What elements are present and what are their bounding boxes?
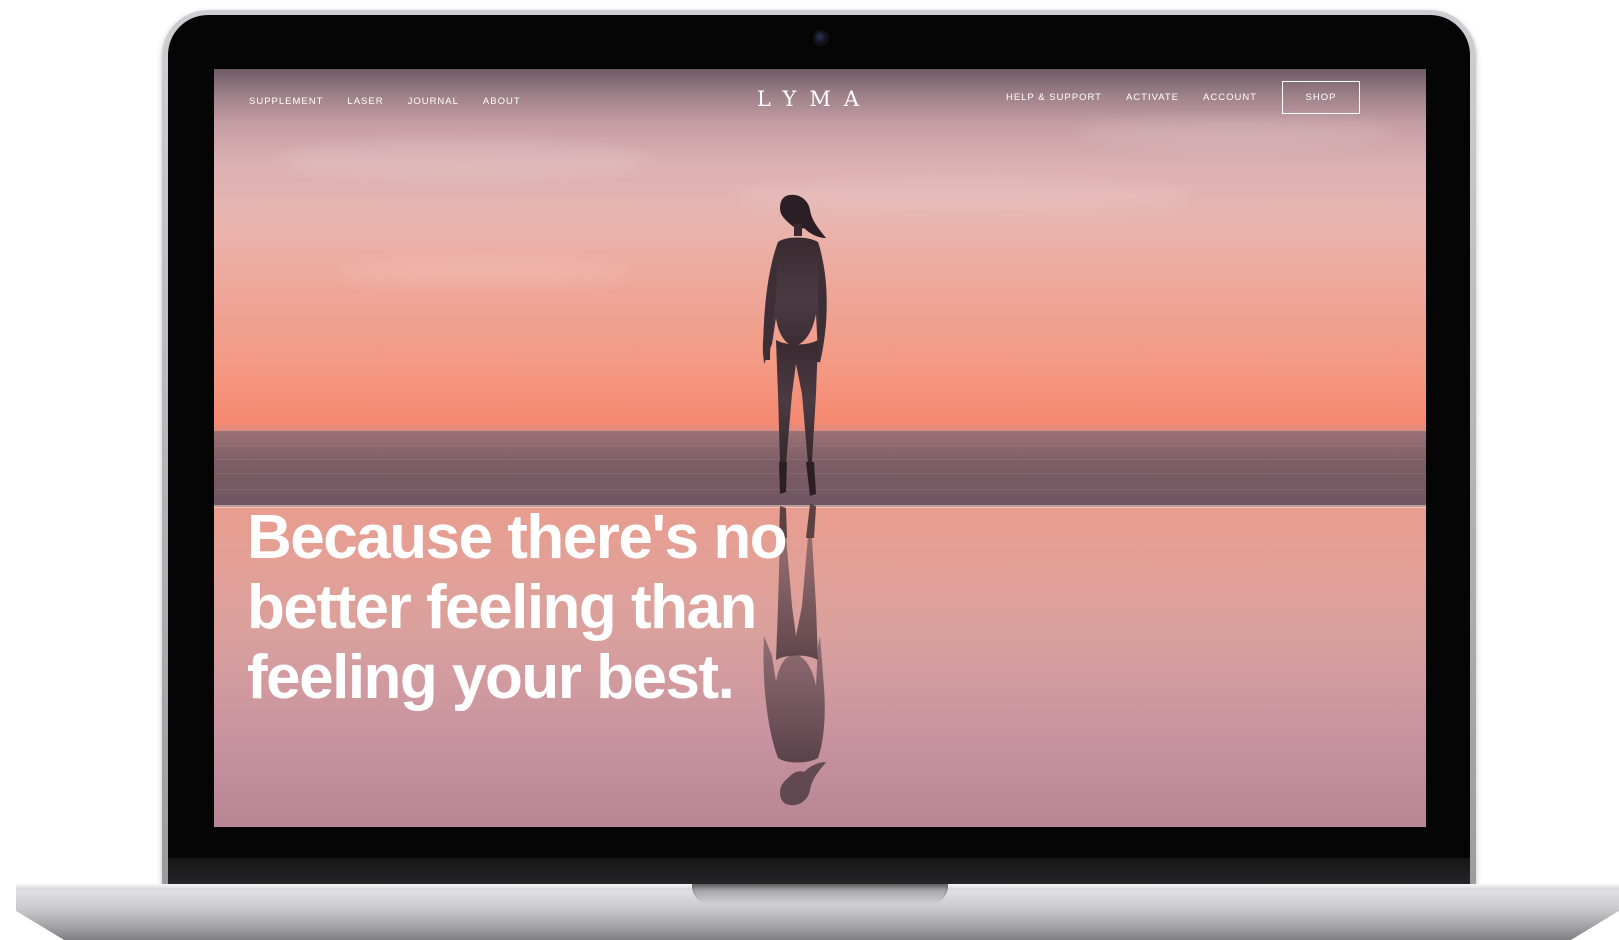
website-screen: SUPPLEMENT LASER JOURNAL ABOUT LYMA HELP… bbox=[214, 69, 1426, 827]
nav-journal-link[interactable]: JOURNAL bbox=[408, 96, 459, 108]
nav-supplement-link[interactable]: SUPPLEMENT bbox=[249, 96, 323, 108]
cloud bbox=[334, 259, 634, 285]
hero-headline-line: Because there's no bbox=[247, 503, 788, 572]
hero-headline-line: feeling your best. bbox=[247, 643, 735, 712]
lid-opening-notch bbox=[692, 884, 948, 904]
nav-help-support-link[interactable]: HELP & SUPPORT bbox=[1006, 92, 1102, 104]
cloud bbox=[274, 139, 654, 179]
shop-button[interactable]: SHOP bbox=[1282, 81, 1360, 114]
webcam-icon bbox=[815, 32, 827, 44]
laptop-mockup: SUPPLEMENT LASER JOURNAL ABOUT LYMA HELP… bbox=[0, 0, 1619, 940]
lyma-logo[interactable]: LYMA bbox=[738, 85, 878, 113]
nav-laser-link[interactable]: LASER bbox=[347, 96, 383, 108]
primary-nav-left: SUPPLEMENT LASER JOURNAL ABOUT bbox=[249, 96, 521, 108]
bezel-chin bbox=[168, 858, 1470, 886]
hero-headline-line: better feeling than bbox=[247, 573, 757, 642]
hero-headline: Because there's no better feeling than f… bbox=[247, 503, 947, 713]
cloud bbox=[1074, 119, 1394, 149]
nav-account-link[interactable]: ACCOUNT bbox=[1203, 92, 1257, 104]
nav-activate-link[interactable]: ACTIVATE bbox=[1126, 92, 1179, 104]
nav-about-link[interactable]: ABOUT bbox=[483, 96, 521, 108]
primary-nav-right: HELP & SUPPORT ACTIVATE ACCOUNT SHOP bbox=[1006, 81, 1360, 114]
